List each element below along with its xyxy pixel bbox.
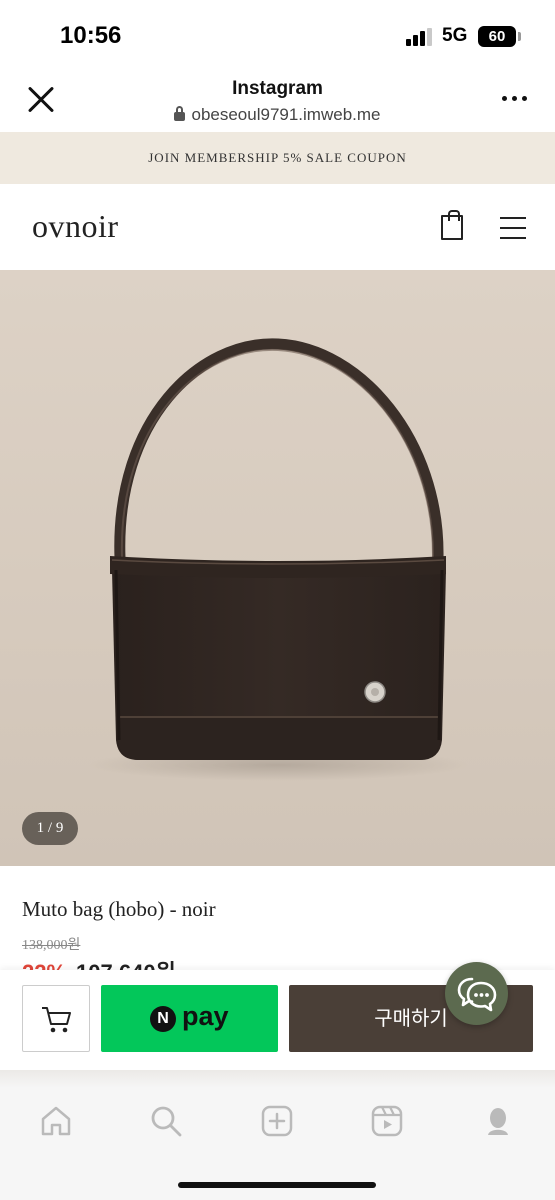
url-text: obeseoul9791.imweb.me (191, 105, 381, 124)
site-header: ovnoir (0, 184, 555, 270)
npay-label: pay (182, 1001, 229, 1031)
instagram-tab-bar (0, 1070, 555, 1200)
signal-icon (406, 28, 434, 46)
browser-title: Instagram (232, 78, 323, 99)
price-row: 22%107,640원 (22, 955, 176, 971)
search-icon[interactable] (149, 1104, 183, 1138)
chat-bubbles-icon (457, 977, 497, 1012)
reels-icon[interactable] (370, 1104, 404, 1138)
product-image[interactable] (0, 270, 555, 866)
status-time: 10:56 (60, 22, 122, 49)
bag-illustration (88, 338, 468, 781)
original-price: 138,000원 (22, 938, 81, 953)
promo-banner[interactable]: JOIN MEMBERSHIP 5% SALE COUPON (0, 132, 555, 184)
battery-cap (518, 32, 521, 41)
product-name: Muto bag (hobo) - noir (22, 897, 216, 921)
hamburger-menu-icon[interactable] (500, 217, 526, 239)
battery-icon: 60 (478, 26, 516, 47)
home-indicator (178, 1182, 376, 1188)
site-logo[interactable]: ovnoir (32, 208, 119, 245)
create-icon[interactable] (260, 1104, 294, 1138)
more-dots-icon[interactable] (502, 96, 528, 102)
status-bar: 10:56 5G 60 (0, 0, 555, 70)
home-icon[interactable] (39, 1104, 73, 1138)
image-counter: 1 / 9 (22, 812, 78, 845)
chat-button[interactable] (445, 962, 508, 1025)
lock-icon (174, 106, 186, 121)
in-app-browser-header: Instagram obeseoul9791.imweb.me (0, 70, 555, 132)
add-to-cart-button[interactable] (22, 985, 90, 1052)
naver-pay-button[interactable]: N pay (101, 985, 278, 1052)
cart-icon (42, 1007, 71, 1033)
profile-icon[interactable] (481, 1104, 515, 1138)
shopping-bag-icon[interactable] (441, 210, 463, 240)
network-type: 5G (442, 25, 468, 46)
battery-level: 60 (488, 28, 506, 45)
browser-url[interactable]: obeseoul9791.imweb.me (0, 105, 555, 125)
npay-n-badge: N (150, 1006, 176, 1032)
page-peek (0, 1070, 555, 1088)
